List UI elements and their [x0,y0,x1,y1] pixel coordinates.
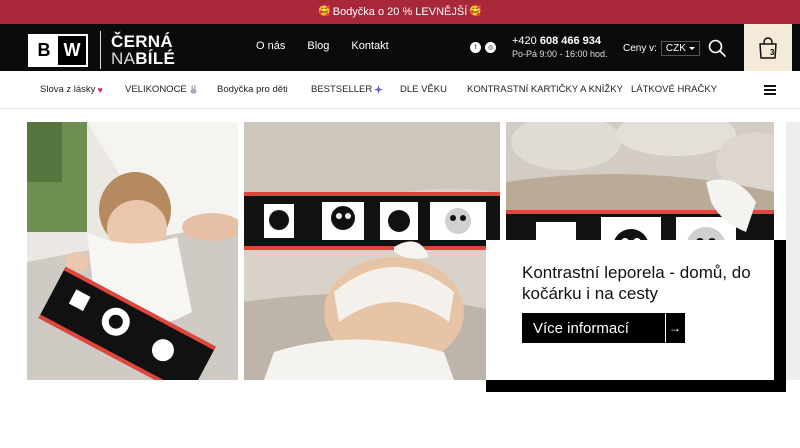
logo-mark-right: W [58,35,86,65]
category-latkove-hracky[interactable]: LÁTKOVÉ HRAČKY [631,84,717,95]
currency-switcher: Ceny v: CZK [623,41,700,56]
heart-face-emoji-icon: 🥰 [318,6,331,17]
nav-link-about[interactable]: O nás [256,40,285,52]
phone-prefix: +420 [512,35,537,47]
category-velikonoce[interactable]: VELIKONOCE [125,84,198,95]
hero-image-1[interactable] [27,122,238,380]
currency-selected: CZK [665,43,686,54]
baby-reading-book-photo [27,122,238,380]
logo-wordmark: ČERNÁ NABÍLÉ [111,33,175,67]
search-button[interactable] [705,36,729,60]
more-info-button[interactable]: Více informací → [522,313,685,343]
opening-hours: Po-Pá 9:00 - 16:00 hod. [512,49,608,59]
logo-divider [100,31,101,69]
cart-count-badge: 3 [770,48,775,57]
facebook-icon[interactable]: f [470,42,481,53]
site-logo[interactable]: B W ČERNÁ NABÍLÉ [28,31,175,69]
hero-title: Kontrastní leporela - domů, do kočárku i… [522,263,751,303]
nav-link-blog[interactable]: Blog [307,40,329,52]
category-bodycka[interactable]: Bodyčka pro děti [217,84,288,95]
phone-line[interactable]: +420 608 466 934 [512,35,608,47]
currency-select[interactable]: CZK [660,41,700,56]
heart-face-emoji-icon: 🥰 [469,6,482,17]
category-label: DLE VĚKU [400,84,447,95]
baby-with-fabric-book-photo [244,122,500,380]
category-kontrastni-karticky[interactable]: KONTRASTNÍ KARTIČKY A KNÍŽKY [467,84,623,95]
phone-number: 608 466 934 [539,35,602,47]
hero-image-2[interactable] [244,122,500,380]
arrow-right-icon: → [665,313,685,343]
category-label: VELIKONOCE [125,84,187,95]
heart-icon: ♥ [97,84,103,95]
logo-line2-b: BÍLÉ [135,49,176,68]
logo-mark-left: B [30,35,58,65]
social-links: f ◎ [470,42,496,53]
instagram-icon[interactable]: ◎ [485,42,496,53]
fabric-book [244,192,500,250]
category-nav: Slova z lásky ♥ VELIKONOCE Bodyčka pro d… [0,71,800,109]
category-label: Slova z lásky [40,84,96,95]
main-nav: O nás Blog Kontakt [256,40,389,52]
promo-text: Bodyčka o 20 % LEVNĚJŠÍ [332,6,468,18]
category-label: KONTRASTNÍ KARTIČKY A KNÍŽKY [467,84,623,95]
cart-button[interactable]: 3 [744,24,792,71]
site-header: B W ČERNÁ NABÍLÉ O nás Blog Kontakt f ◎ … [0,24,800,71]
logo-line2-a: NA [111,49,136,68]
category-label: LÁTKOVÉ HRAČKY [631,84,718,95]
category-label: Bodyčka pro děti [217,84,288,95]
menu-icon[interactable] [764,85,776,95]
category-label: BESTSELLER [311,84,373,95]
chevron-down-icon [688,47,695,50]
more-info-label: Více informací [522,313,665,343]
next-slide-edge [786,122,800,380]
category-bestseller[interactable]: BESTSELLER [311,84,384,95]
logo-mark: B W [28,33,88,67]
promo-bar[interactable]: 🥰 Bodyčka o 20 % LEVNĚJŠÍ 🥰 [0,0,800,24]
shopping-bag-icon [759,36,777,59]
sparkle-icon [374,84,384,94]
logo-line1: ČERNÁ [111,32,173,51]
search-icon [708,39,726,57]
easter-bunny-icon [190,85,197,94]
logo-line2: NABÍLÉ [111,50,175,67]
contact-info: +420 608 466 934 Po-Pá 9:00 - 16:00 hod. [512,35,608,59]
category-dle-veku[interactable]: DLE VĚKU [400,84,447,95]
nav-link-contact[interactable]: Kontakt [351,40,388,52]
hero-cta-card: Kontrastní leporela - domů, do kočárku i… [486,240,786,392]
hero-cta-inner: Kontrastní leporela - domů, do kočárku i… [486,240,774,380]
category-slova-z-lasky[interactable]: Slova z lásky ♥ [40,84,103,95]
currency-label: Ceny v: [623,43,657,54]
